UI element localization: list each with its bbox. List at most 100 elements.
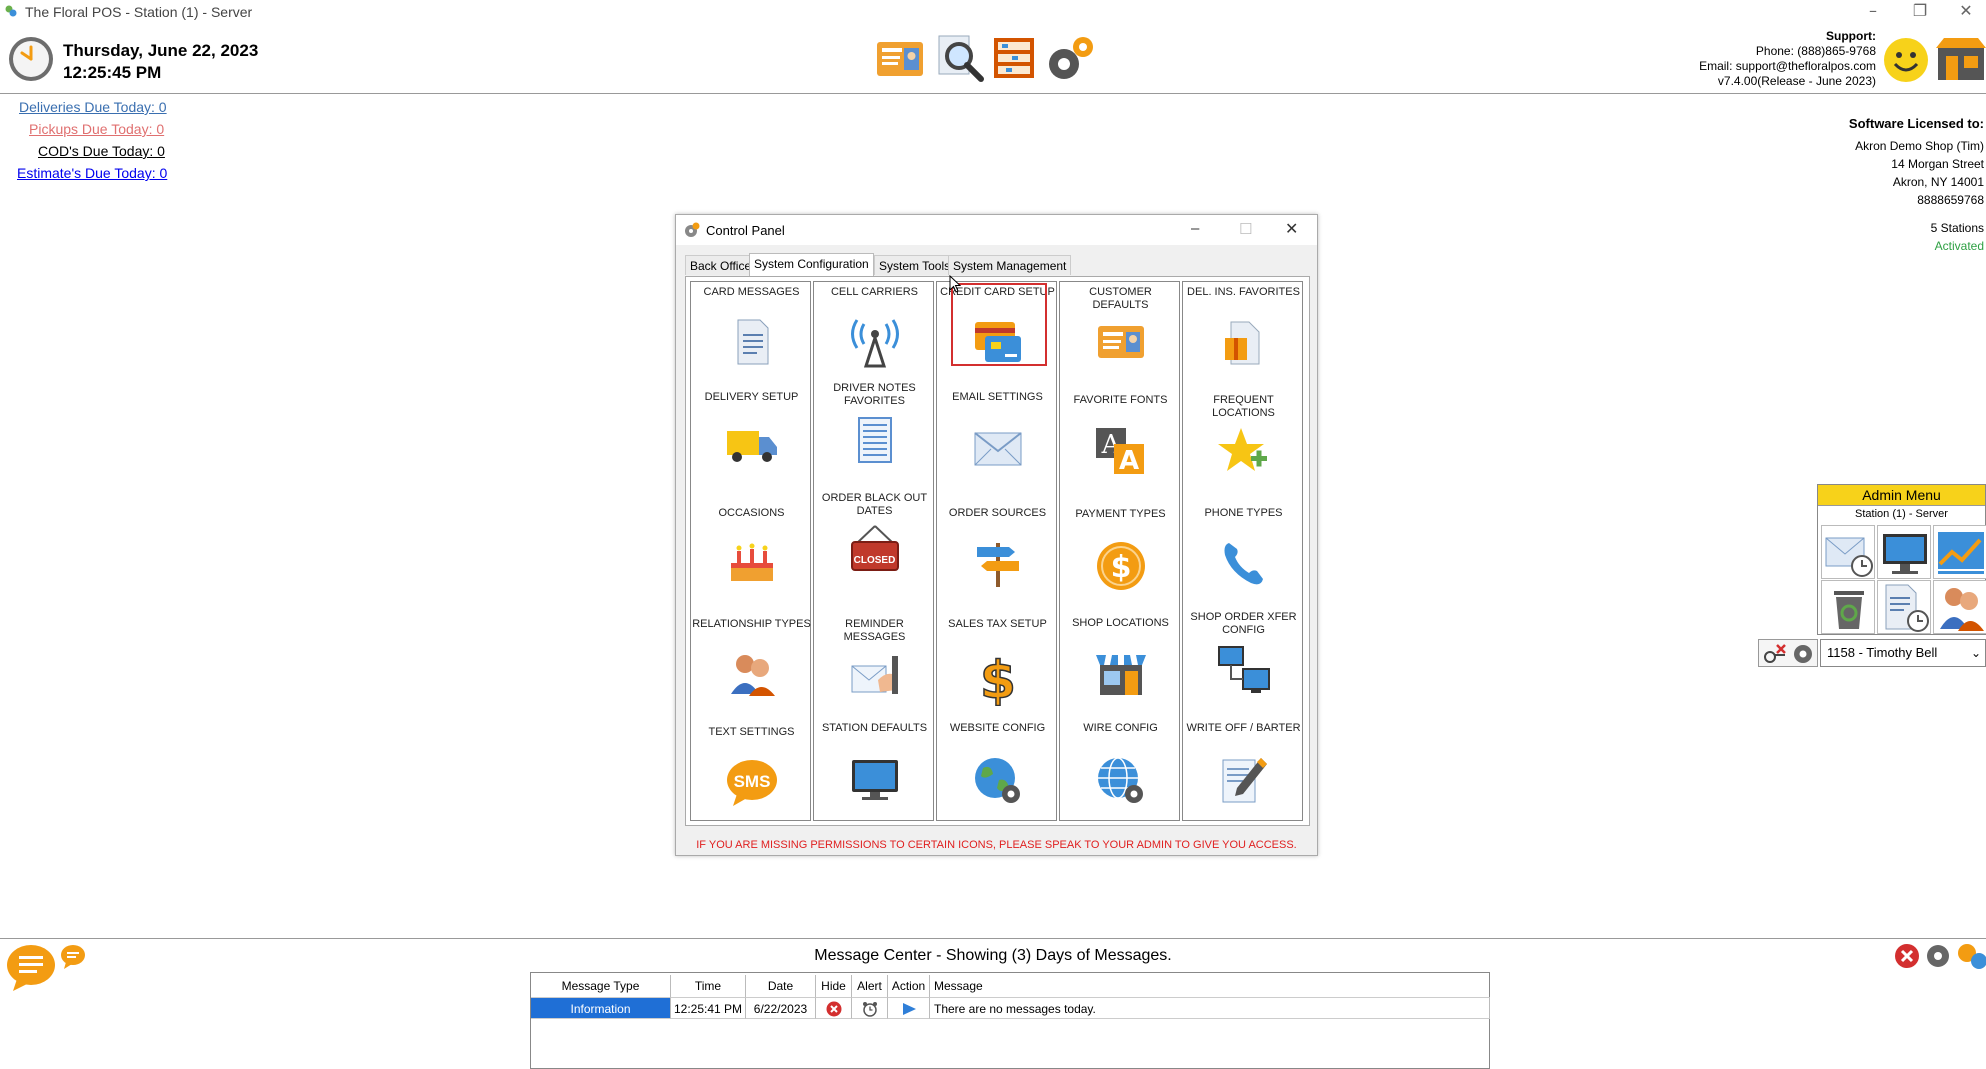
item-label: EMAIL SETTINGS bbox=[952, 391, 1043, 403]
item-label: CELL CARRIERS bbox=[830, 286, 918, 298]
station-defaults-item[interactable]: STATION DEFAULTS bbox=[814, 722, 935, 802]
order-sources-item[interactable]: ORDER SOURCES bbox=[937, 507, 1058, 589]
message-bubbles-icon[interactable] bbox=[1955, 943, 1986, 969]
pickups-due-link[interactable]: Pickups Due Today: 0 bbox=[29, 121, 164, 137]
notepad-icon bbox=[857, 417, 892, 463]
cp-close-button[interactable]: ✕ bbox=[1285, 219, 1298, 238]
window-title: The Floral POS - Station (1) - Server bbox=[25, 4, 253, 20]
favorite-fonts-item[interactable]: FAVORITE FONTS A A bbox=[1060, 394, 1181, 476]
email-settings-item[interactable]: EMAIL SETTINGS bbox=[937, 391, 1058, 471]
col-action[interactable]: Action bbox=[888, 975, 930, 997]
col-hide[interactable]: Hide bbox=[816, 975, 852, 997]
user-bar: 1158 - Timothy Bell ⌄ bbox=[1758, 639, 1986, 667]
tab-system-management[interactable]: System Management bbox=[948, 255, 1072, 275]
permissions-warning: IF YOU ARE MISSING PERMISSIONS TO CERTAI… bbox=[696, 839, 1297, 851]
current-time: 12:25:45 PM bbox=[63, 63, 162, 82]
cods-due-link[interactable]: COD's Due Today: 0 bbox=[38, 143, 165, 159]
sales-tax-setup-item[interactable]: SALES TAX SETUP $ bbox=[937, 618, 1058, 706]
col-alert[interactable]: Alert bbox=[852, 975, 888, 997]
restore-button[interactable]: ❐ bbox=[1905, 2, 1935, 22]
deliveries-due-link[interactable]: Deliveries Due Today: 0 bbox=[19, 99, 167, 115]
admin-menu-station: Station (1) - Server bbox=[1855, 508, 1948, 520]
item-label: STATION DEFAULTS bbox=[821, 722, 928, 734]
estimates-due-link[interactable]: Estimate's Due Today: 0 bbox=[17, 165, 167, 181]
smiley-icon[interactable] bbox=[1882, 36, 1930, 84]
user-settings-gear-icon[interactable] bbox=[1791, 643, 1815, 665]
control-panel-title: Control Panel bbox=[706, 223, 785, 238]
alarm-clock-icon[interactable] bbox=[862, 1001, 878, 1017]
col-message-type[interactable]: Message Type bbox=[531, 975, 671, 997]
license-info: Software Licensed to: Akron Demo Shop (T… bbox=[1849, 115, 1984, 255]
wire-config-item[interactable]: WIRE CONFIG bbox=[1060, 722, 1181, 806]
credit-card-setup-selection bbox=[951, 283, 1047, 366]
col-message[interactable]: Message bbox=[930, 975, 1490, 997]
minimize-button[interactable]: – bbox=[1858, 2, 1888, 22]
chart-icon[interactable] bbox=[1933, 525, 1986, 579]
cp-minimize-button[interactable]: – bbox=[1191, 220, 1199, 237]
closed-sign-text: CLOSED bbox=[853, 555, 896, 566]
card-messages-item[interactable]: CARD MESSAGES bbox=[691, 286, 812, 366]
text-settings-item[interactable]: TEXT SETTINGS SMS bbox=[691, 726, 812, 808]
customer-card-icon[interactable] bbox=[874, 32, 926, 84]
item-label: ORDER SOURCES bbox=[948, 507, 1047, 519]
driver-notes-favorites-item[interactable]: DRIVER NOTES FAVORITES bbox=[814, 382, 935, 464]
item-label: WEBSITE CONFIG bbox=[949, 722, 1046, 734]
item-label: FAVORITE FONTS bbox=[1073, 394, 1168, 406]
tab-system-configuration[interactable]: System Configuration bbox=[749, 253, 874, 276]
item-label: TEXT SETTINGS bbox=[708, 726, 795, 738]
shop-order-xfer-config-item[interactable]: SHOP ORDER XFER CONFIG bbox=[1183, 611, 1304, 695]
user-select-dropdown[interactable]: 1158 - Timothy Bell ⌄ bbox=[1820, 639, 1986, 667]
people-icon bbox=[730, 655, 775, 696]
search-icon[interactable] bbox=[935, 32, 987, 84]
item-label: SHOP ORDER XFER CONFIG bbox=[1190, 611, 1297, 636]
col-date[interactable]: Date bbox=[746, 975, 816, 997]
cell-carriers-item[interactable]: CELL CARRIERS bbox=[814, 286, 935, 368]
logout-key-icon[interactable] bbox=[1763, 643, 1787, 665]
hide-message-icon[interactable] bbox=[826, 1001, 842, 1017]
cabinet-icon[interactable] bbox=[988, 32, 1040, 84]
software-version: v7.4.00(Release - June 2023) bbox=[1717, 74, 1876, 88]
clock-icon[interactable] bbox=[7, 35, 55, 83]
license-street: 14 Morgan Street bbox=[1891, 157, 1984, 171]
admin-menu-title: Admin Menu bbox=[1818, 485, 1985, 506]
settings-gears-icon[interactable] bbox=[1044, 32, 1096, 84]
item-label: WRITE OFF / BARTER bbox=[1186, 722, 1301, 734]
occasions-item[interactable]: OCCASIONS bbox=[691, 507, 812, 587]
delivery-setup-item[interactable]: DELIVERY SETUP bbox=[691, 391, 812, 467]
license-phone: 8888659768 bbox=[1917, 193, 1984, 207]
config-column-4: CUSTOMER DEFAULTS FAVORITE FONTS A A PAY… bbox=[1059, 281, 1180, 821]
tab-back-office[interactable]: Back Office bbox=[685, 255, 757, 275]
recycle-bin-icon[interactable] bbox=[1821, 580, 1875, 634]
item-label: ORDER BLACK OUT DATES bbox=[821, 492, 928, 517]
frequent-locations-item[interactable]: FREQUENT LOCATIONS bbox=[1183, 394, 1304, 476]
tab-system-tools[interactable]: System Tools bbox=[874, 255, 956, 275]
shop-icon[interactable] bbox=[1936, 38, 1986, 82]
write-off-barter-item[interactable]: WRITE OFF / BARTER bbox=[1183, 722, 1304, 806]
config-column-2: CELL CARRIERS DRIVER NOTES FAVORITES ORD… bbox=[813, 281, 934, 821]
item-label: RELATIONSHIP TYPES bbox=[692, 618, 811, 630]
message-date-cell: 6/22/2023 bbox=[746, 997, 816, 1019]
website-config-item[interactable]: WEBSITE CONFIG bbox=[937, 722, 1058, 806]
monitor-icon[interactable] bbox=[1877, 525, 1931, 579]
del-ins-favorites-item[interactable]: DEL. INS. FAVORITES bbox=[1183, 286, 1304, 366]
email-clock-icon[interactable] bbox=[1821, 525, 1875, 579]
relationship-types-item[interactable]: RELATIONSHIP TYPES bbox=[691, 618, 812, 698]
globe-gear-icon bbox=[974, 758, 1020, 803]
shop-locations-item[interactable]: SHOP LOCATIONS bbox=[1060, 617, 1181, 699]
close-button[interactable]: ✕ bbox=[1951, 2, 1981, 22]
order-black-out-dates-item[interactable]: ORDER BLACK OUT DATES CLOSED bbox=[814, 492, 935, 574]
reminder-messages-item[interactable]: REMINDER MESSAGES bbox=[814, 618, 935, 700]
svg-text:A: A bbox=[1118, 446, 1138, 476]
customer-defaults-item[interactable]: CUSTOMER DEFAULTS bbox=[1060, 286, 1181, 366]
users-icon[interactable] bbox=[1933, 580, 1986, 634]
message-type-cell: Information bbox=[531, 997, 671, 1019]
document-clock-icon[interactable] bbox=[1877, 580, 1931, 634]
message-settings-gear-icon[interactable] bbox=[1925, 943, 1951, 969]
col-time[interactable]: Time bbox=[671, 975, 746, 997]
phone-types-item[interactable]: PHONE TYPES bbox=[1183, 507, 1304, 589]
license-stations: 5 Stations bbox=[1930, 221, 1984, 235]
close-messages-icon[interactable] bbox=[1894, 943, 1920, 969]
payment-types-item[interactable]: PAYMENT TYPES $ bbox=[1060, 508, 1181, 592]
play-action-icon[interactable] bbox=[901, 1002, 917, 1016]
cp-maximize-button[interactable]: ☐ bbox=[1239, 220, 1252, 238]
